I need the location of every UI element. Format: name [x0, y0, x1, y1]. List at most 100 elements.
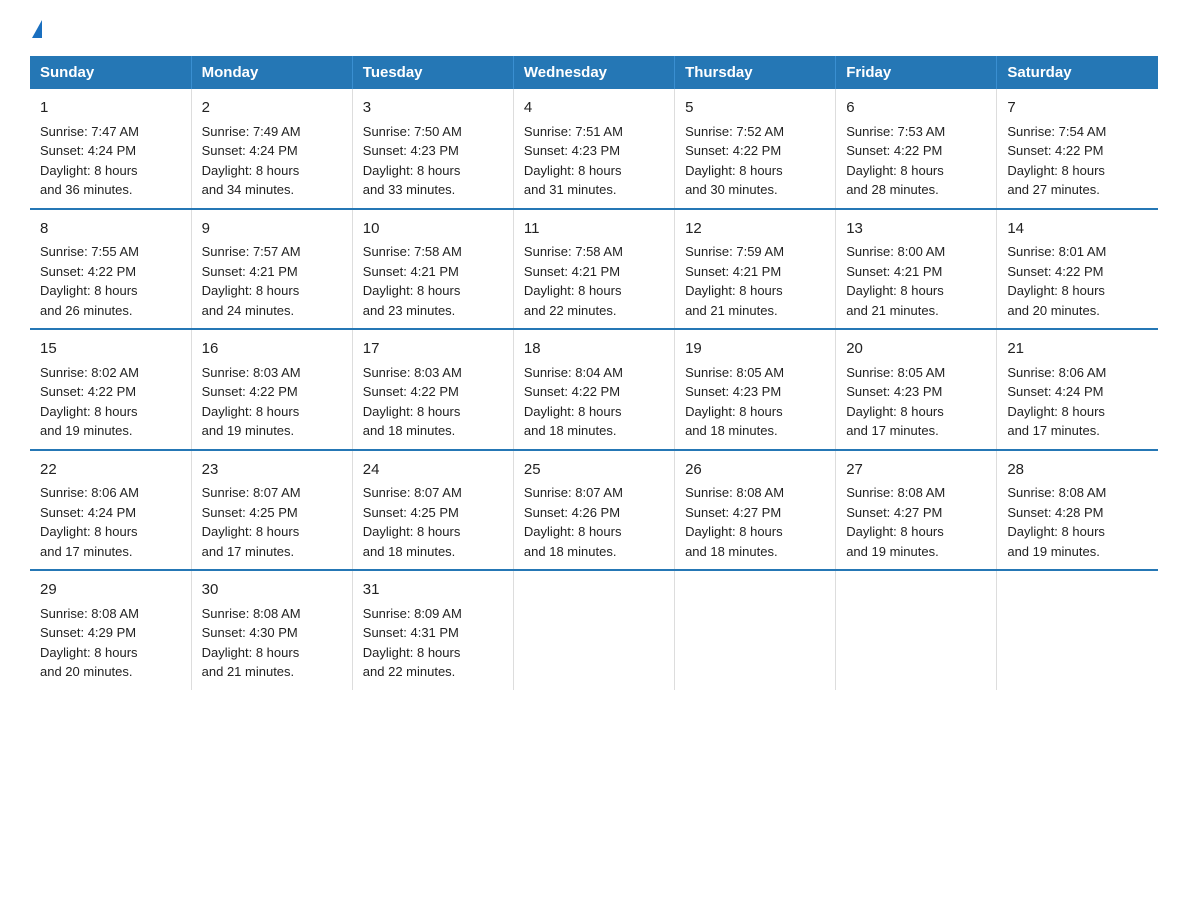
day-info: Sunrise: 8:00 AMSunset: 4:21 PMDaylight:…	[846, 242, 986, 320]
day-number: 21	[1007, 338, 1148, 361]
day-number: 22	[40, 459, 181, 482]
col-header-thursday: Thursday	[675, 56, 836, 89]
day-info: Sunrise: 8:08 AMSunset: 4:30 PMDaylight:…	[202, 604, 342, 682]
day-number: 29	[40, 579, 181, 602]
calendar-cell: 9Sunrise: 7:57 AMSunset: 4:21 PMDaylight…	[191, 209, 352, 330]
day-info: Sunrise: 8:03 AMSunset: 4:22 PMDaylight:…	[202, 363, 342, 441]
day-info: Sunrise: 7:59 AMSunset: 4:21 PMDaylight:…	[685, 242, 825, 320]
day-number: 27	[846, 459, 986, 482]
day-info: Sunrise: 8:05 AMSunset: 4:23 PMDaylight:…	[846, 363, 986, 441]
calendar-table: SundayMondayTuesdayWednesdayThursdayFrid…	[30, 56, 1158, 690]
col-header-friday: Friday	[836, 56, 997, 89]
calendar-cell: 14Sunrise: 8:01 AMSunset: 4:22 PMDayligh…	[997, 209, 1158, 330]
day-number: 9	[202, 218, 342, 241]
day-number: 14	[1007, 218, 1148, 241]
day-number: 30	[202, 579, 342, 602]
calendar-cell: 16Sunrise: 8:03 AMSunset: 4:22 PMDayligh…	[191, 329, 352, 450]
day-info: Sunrise: 7:52 AMSunset: 4:22 PMDaylight:…	[685, 122, 825, 200]
day-number: 23	[202, 459, 342, 482]
day-number: 26	[685, 459, 825, 482]
calendar-cell	[513, 570, 674, 690]
day-number: 7	[1007, 97, 1148, 120]
calendar-cell: 8Sunrise: 7:55 AMSunset: 4:22 PMDaylight…	[30, 209, 191, 330]
calendar-cell: 19Sunrise: 8:05 AMSunset: 4:23 PMDayligh…	[675, 329, 836, 450]
day-info: Sunrise: 7:53 AMSunset: 4:22 PMDaylight:…	[846, 122, 986, 200]
col-header-monday: Monday	[191, 56, 352, 89]
week-row-2: 8Sunrise: 7:55 AMSunset: 4:22 PMDaylight…	[30, 209, 1158, 330]
day-number: 24	[363, 459, 503, 482]
day-number: 15	[40, 338, 181, 361]
day-number: 6	[846, 97, 986, 120]
calendar-cell: 24Sunrise: 8:07 AMSunset: 4:25 PMDayligh…	[352, 450, 513, 571]
week-row-5: 29Sunrise: 8:08 AMSunset: 4:29 PMDayligh…	[30, 570, 1158, 690]
col-header-sunday: Sunday	[30, 56, 191, 89]
calendar-cell: 25Sunrise: 8:07 AMSunset: 4:26 PMDayligh…	[513, 450, 674, 571]
day-number: 25	[524, 459, 664, 482]
calendar-cell: 11Sunrise: 7:58 AMSunset: 4:21 PMDayligh…	[513, 209, 674, 330]
day-number: 3	[363, 97, 503, 120]
day-number: 11	[524, 218, 664, 241]
day-number: 16	[202, 338, 342, 361]
day-info: Sunrise: 7:58 AMSunset: 4:21 PMDaylight:…	[524, 242, 664, 320]
day-info: Sunrise: 7:58 AMSunset: 4:21 PMDaylight:…	[363, 242, 503, 320]
calendar-cell: 12Sunrise: 7:59 AMSunset: 4:21 PMDayligh…	[675, 209, 836, 330]
calendar-cell: 20Sunrise: 8:05 AMSunset: 4:23 PMDayligh…	[836, 329, 997, 450]
calendar-cell: 2Sunrise: 7:49 AMSunset: 4:24 PMDaylight…	[191, 89, 352, 209]
calendar-cell: 10Sunrise: 7:58 AMSunset: 4:21 PMDayligh…	[352, 209, 513, 330]
calendar-cell	[836, 570, 997, 690]
day-number: 4	[524, 97, 664, 120]
calendar-cell: 31Sunrise: 8:09 AMSunset: 4:31 PMDayligh…	[352, 570, 513, 690]
day-info: Sunrise: 7:51 AMSunset: 4:23 PMDaylight:…	[524, 122, 664, 200]
calendar-cell: 21Sunrise: 8:06 AMSunset: 4:24 PMDayligh…	[997, 329, 1158, 450]
day-info: Sunrise: 8:06 AMSunset: 4:24 PMDaylight:…	[1007, 363, 1148, 441]
calendar-cell	[675, 570, 836, 690]
calendar-cell: 5Sunrise: 7:52 AMSunset: 4:22 PMDaylight…	[675, 89, 836, 209]
calendar-cell: 27Sunrise: 8:08 AMSunset: 4:27 PMDayligh…	[836, 450, 997, 571]
calendar-cell: 18Sunrise: 8:04 AMSunset: 4:22 PMDayligh…	[513, 329, 674, 450]
day-number: 19	[685, 338, 825, 361]
day-info: Sunrise: 7:49 AMSunset: 4:24 PMDaylight:…	[202, 122, 342, 200]
calendar-cell: 13Sunrise: 8:00 AMSunset: 4:21 PMDayligh…	[836, 209, 997, 330]
col-header-wednesday: Wednesday	[513, 56, 674, 89]
col-header-saturday: Saturday	[997, 56, 1158, 89]
day-number: 28	[1007, 459, 1148, 482]
day-number: 18	[524, 338, 664, 361]
calendar-cell: 29Sunrise: 8:08 AMSunset: 4:29 PMDayligh…	[30, 570, 191, 690]
day-info: Sunrise: 7:57 AMSunset: 4:21 PMDaylight:…	[202, 242, 342, 320]
day-number: 17	[363, 338, 503, 361]
logo-triangle-icon	[32, 20, 42, 38]
logo	[30, 20, 42, 38]
day-info: Sunrise: 7:54 AMSunset: 4:22 PMDaylight:…	[1007, 122, 1148, 200]
day-info: Sunrise: 8:08 AMSunset: 4:29 PMDaylight:…	[40, 604, 181, 682]
day-info: Sunrise: 8:07 AMSunset: 4:25 PMDaylight:…	[363, 483, 503, 561]
calendar-cell: 1Sunrise: 7:47 AMSunset: 4:24 PMDaylight…	[30, 89, 191, 209]
calendar-cell: 23Sunrise: 8:07 AMSunset: 4:25 PMDayligh…	[191, 450, 352, 571]
day-info: Sunrise: 8:03 AMSunset: 4:22 PMDaylight:…	[363, 363, 503, 441]
day-info: Sunrise: 8:01 AMSunset: 4:22 PMDaylight:…	[1007, 242, 1148, 320]
calendar-cell: 7Sunrise: 7:54 AMSunset: 4:22 PMDaylight…	[997, 89, 1158, 209]
day-info: Sunrise: 8:02 AMSunset: 4:22 PMDaylight:…	[40, 363, 181, 441]
day-info: Sunrise: 7:55 AMSunset: 4:22 PMDaylight:…	[40, 242, 181, 320]
calendar-cell: 6Sunrise: 7:53 AMSunset: 4:22 PMDaylight…	[836, 89, 997, 209]
day-info: Sunrise: 8:06 AMSunset: 4:24 PMDaylight:…	[40, 483, 181, 561]
week-row-1: 1Sunrise: 7:47 AMSunset: 4:24 PMDaylight…	[30, 89, 1158, 209]
day-number: 13	[846, 218, 986, 241]
calendar-cell: 26Sunrise: 8:08 AMSunset: 4:27 PMDayligh…	[675, 450, 836, 571]
calendar-header-row: SundayMondayTuesdayWednesdayThursdayFrid…	[30, 56, 1158, 89]
day-info: Sunrise: 8:09 AMSunset: 4:31 PMDaylight:…	[363, 604, 503, 682]
day-info: Sunrise: 8:04 AMSunset: 4:22 PMDaylight:…	[524, 363, 664, 441]
calendar-cell: 3Sunrise: 7:50 AMSunset: 4:23 PMDaylight…	[352, 89, 513, 209]
day-info: Sunrise: 8:05 AMSunset: 4:23 PMDaylight:…	[685, 363, 825, 441]
day-info: Sunrise: 8:08 AMSunset: 4:28 PMDaylight:…	[1007, 483, 1148, 561]
day-number: 1	[40, 97, 181, 120]
calendar-cell	[997, 570, 1158, 690]
day-info: Sunrise: 8:07 AMSunset: 4:25 PMDaylight:…	[202, 483, 342, 561]
col-header-tuesday: Tuesday	[352, 56, 513, 89]
day-number: 8	[40, 218, 181, 241]
page-header	[30, 20, 1158, 38]
calendar-cell: 30Sunrise: 8:08 AMSunset: 4:30 PMDayligh…	[191, 570, 352, 690]
day-info: Sunrise: 8:08 AMSunset: 4:27 PMDaylight:…	[685, 483, 825, 561]
calendar-cell: 28Sunrise: 8:08 AMSunset: 4:28 PMDayligh…	[997, 450, 1158, 571]
day-info: Sunrise: 8:07 AMSunset: 4:26 PMDaylight:…	[524, 483, 664, 561]
day-number: 31	[363, 579, 503, 602]
